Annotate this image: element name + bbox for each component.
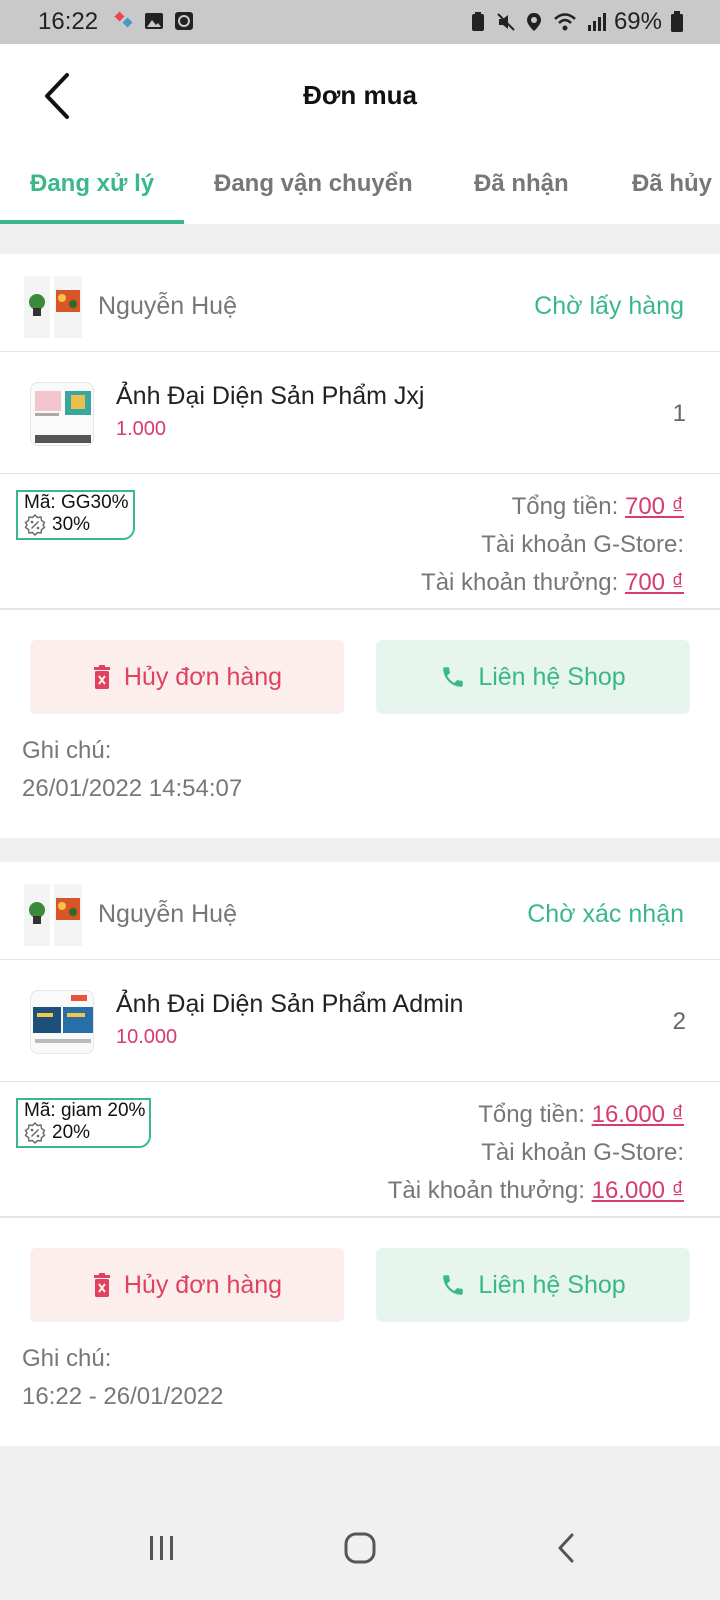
- order-tabs: Đang xử lý Đang vận chuyển Đã nhận Đã hủ…: [0, 148, 720, 224]
- contact-shop-label: Liên hệ Shop: [478, 1270, 626, 1299]
- page-title: Đơn mua: [303, 80, 417, 110]
- battery-saver-icon: [471, 12, 484, 31]
- recent-apps-button[interactable]: [140, 1526, 184, 1570]
- mute-icon: [497, 13, 515, 31]
- trash-icon: [93, 665, 110, 689]
- phone-icon: [443, 667, 464, 687]
- home-button[interactable]: [338, 1526, 382, 1570]
- total-label: Tổng tiền:: [511, 493, 619, 520]
- total-label: Tổng tiền:: [478, 1101, 585, 1128]
- gallery-icon: [145, 13, 163, 29]
- back-arrow-icon: [558, 1533, 574, 1563]
- cancel-order-label: Hủy đơn hàng: [123, 662, 283, 691]
- coupon-code: Mã: GG30%: [24, 492, 129, 513]
- total-amount: 700 ₫: [624, 493, 684, 520]
- order-actions: Hủy đơn hàng Liên hệ Shop: [0, 612, 720, 732]
- product-name: Ảnh Đại Diện Sản Phẩm Admin: [116, 990, 464, 1018]
- product-price: 10.000: [116, 1026, 178, 1048]
- discount-badge-icon: [24, 514, 46, 536]
- coupon-percent: 30%: [52, 514, 91, 535]
- cancel-order-button[interactable]: Hủy đơn hàng: [30, 640, 344, 714]
- status-right-icons: 69%: [468, 8, 684, 36]
- tab-cancelled[interactable]: Đã hủy: [632, 170, 712, 198]
- wifi-icon: [554, 13, 576, 31]
- shop-avatar: [22, 276, 84, 338]
- coupon-tag: Mã: GG30% 30%: [16, 490, 135, 540]
- recent-apps-icon: [150, 1536, 173, 1560]
- bonus-account-label: Tài khoản thưởng:: [387, 1177, 585, 1204]
- order-note: Ghi chú: 26/01/2022 14:54:07: [22, 732, 242, 808]
- product-image: [30, 382, 94, 446]
- battery-percent: 69%: [613, 8, 662, 35]
- product-quantity: 2: [672, 1008, 686, 1035]
- product-image: [30, 990, 94, 1054]
- location-icon: [526, 13, 541, 31]
- note-value: 26/01/2022 14:54:07: [22, 775, 243, 802]
- trash-icon: [93, 1273, 110, 1297]
- note-label: Ghi chú:: [22, 1345, 112, 1372]
- app-notification-icon: [114, 11, 133, 28]
- order-summary: Mã: GG30% 30% Tổng tiền: 700 ₫ Tài khoản…: [0, 474, 720, 610]
- gstore-account-label: Tài khoản G-Store:: [481, 531, 684, 558]
- product-row[interactable]: Ảnh Đại Diện Sản Phẩm Jxj 1.000 1: [0, 352, 720, 474]
- tab-received[interactable]: Đã nhận: [474, 170, 569, 198]
- cancel-order-button[interactable]: Hủy đơn hàng: [30, 1248, 344, 1322]
- system-nav-bar: [0, 1496, 720, 1600]
- system-back-button[interactable]: [544, 1526, 588, 1570]
- product-quantity: 1: [672, 400, 686, 427]
- product-price: 1.000: [116, 418, 167, 440]
- shop-row[interactable]: Nguyễn Huệ Chờ lấy hàng: [0, 254, 720, 352]
- shop-row[interactable]: Nguyễn Huệ Chờ xác nhận: [0, 862, 720, 960]
- app-header: Đơn mua: [0, 44, 720, 148]
- bonus-amount: 700 ₫: [624, 569, 684, 596]
- clock-notification-icon: [175, 12, 193, 30]
- total-amount: 16.000 ₫: [591, 1101, 684, 1128]
- contact-shop-button[interactable]: Liên hệ Shop: [376, 1248, 690, 1322]
- note-label: Ghi chú:: [22, 737, 112, 764]
- order-summary: Mã: giam 20% 20% Tổng tiền: 16.000 ₫ Tài…: [0, 1082, 720, 1218]
- battery-icon: [671, 11, 683, 32]
- status-bar: 16:22 69%: [0, 0, 720, 44]
- signal-icon: [587, 13, 606, 31]
- bonus-amount: 16.000 ₫: [591, 1177, 684, 1204]
- contact-shop-label: Liên hệ Shop: [478, 662, 626, 691]
- coupon-percent: 20%: [52, 1122, 91, 1143]
- status-time: 16:22: [38, 8, 99, 35]
- order-status: Chờ lấy hàng: [534, 292, 684, 320]
- order-actions: Hủy đơn hàng Liên hệ Shop: [0, 1220, 720, 1340]
- order-note: Ghi chú: 16:22 - 26/01/2022: [22, 1340, 224, 1416]
- product-name: Ảnh Đại Diện Sản Phẩm Jxj: [116, 382, 425, 410]
- tab-processing[interactable]: Đang xử lý: [30, 170, 154, 198]
- status-left-icons: [114, 10, 194, 32]
- gstore-account-label: Tài khoản G-Store:: [481, 1139, 684, 1166]
- order-card: Nguyễn Huệ Chờ xác nhận Ảnh Đại Diện Sản…: [0, 862, 720, 1446]
- contact-shop-button[interactable]: Liên hệ Shop: [376, 640, 690, 714]
- discount-badge-icon: [24, 1122, 46, 1144]
- bonus-account-label: Tài khoản thưởng:: [421, 569, 619, 596]
- note-value: 16:22 - 26/01/2022: [22, 1383, 224, 1410]
- coupon-code: Mã: giam 20%: [24, 1100, 146, 1121]
- coupon-tag: Mã: giam 20% 20%: [16, 1098, 152, 1148]
- product-row[interactable]: Ảnh Đại Diện Sản Phẩm Admin 10.000 2: [0, 960, 720, 1082]
- order-status: Chờ xác nhận: [527, 900, 684, 928]
- active-tab-indicator: [0, 220, 184, 224]
- shop-name: Nguyễn Huệ: [98, 900, 237, 928]
- tab-shipping[interactable]: Đang vận chuyển: [214, 170, 413, 198]
- shop-name: Nguyễn Huệ: [98, 292, 237, 320]
- shop-avatar: [22, 884, 84, 946]
- phone-icon: [443, 1275, 464, 1295]
- order-card: Nguyễn Huệ Chờ lấy hàng Ảnh Đại Diện Sản…: [0, 254, 720, 838]
- home-icon: [344, 1532, 376, 1564]
- cancel-order-label: Hủy đơn hàng: [123, 1270, 283, 1299]
